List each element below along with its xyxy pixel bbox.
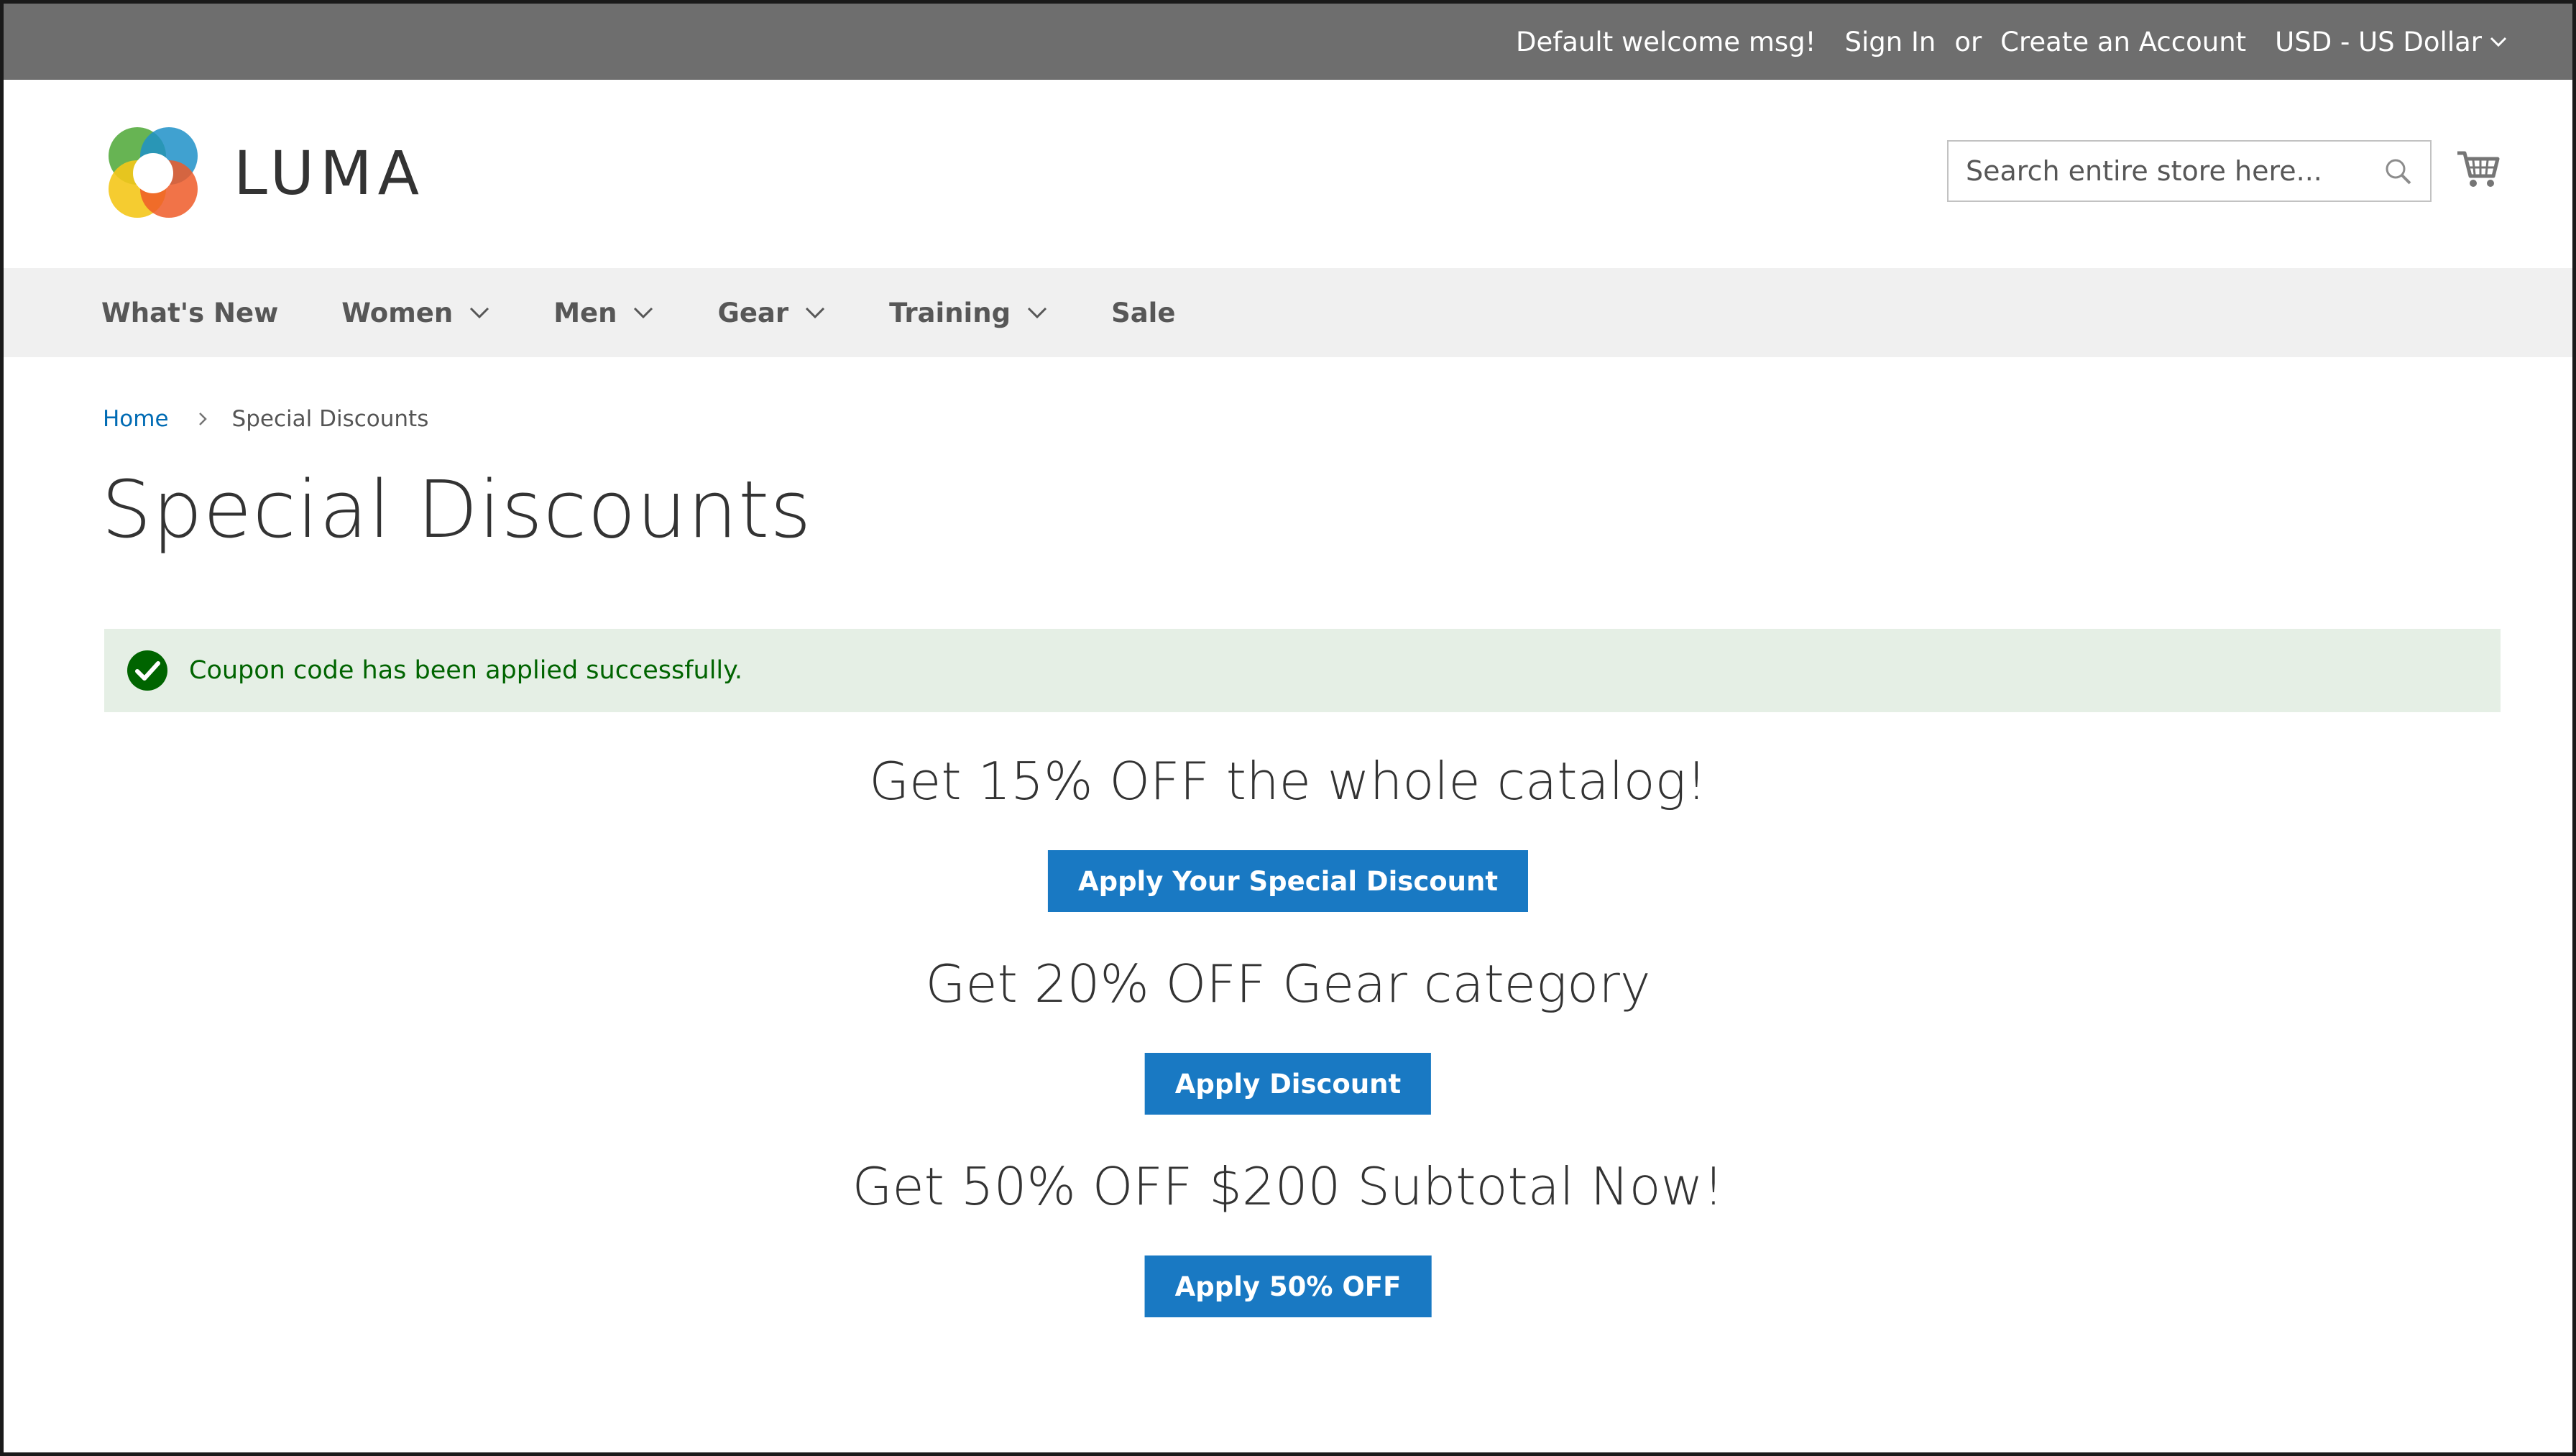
nav-item-sale[interactable]: Sale (1111, 298, 1175, 328)
currency-switcher[interactable]: USD - US Dollar (2275, 27, 2508, 57)
chevron-down-icon (2490, 37, 2507, 47)
nav-item-gear[interactable]: Gear (717, 298, 826, 328)
create-account-link[interactable]: Create an Account (2000, 27, 2246, 57)
nav-item-training[interactable]: Training (889, 298, 1048, 328)
apply-50-off-button[interactable]: Apply 50% OFF (1144, 1255, 1432, 1317)
nav-item-label: What's New (101, 297, 279, 328)
chevron-down-icon (470, 307, 489, 319)
nav-item-label: Sale (1111, 297, 1176, 328)
search-input[interactable] (1966, 155, 2354, 187)
chevron-down-icon (634, 307, 653, 319)
apply-special-discount-button[interactable]: Apply Your Special Discount (1047, 850, 1529, 912)
nav-item-label: Training (889, 297, 1011, 328)
success-message: Coupon code has been applied successfull… (104, 629, 2501, 712)
offer-title-subtotal: Get 50% OFF $200 Subtotal Now! (852, 1156, 1724, 1217)
offer-title-catalog: Get 15% OFF the whole catalog! (869, 751, 1707, 811)
nav-item-label: Women (341, 297, 454, 328)
cart-icon[interactable] (2455, 146, 2502, 193)
nav-item-women[interactable]: Women (341, 298, 490, 328)
check-circle-icon (127, 650, 167, 691)
or-text: or (1954, 26, 1982, 57)
logo[interactable]: LUMA (101, 121, 425, 225)
chevron-down-icon (806, 307, 825, 319)
logo-text: LUMA (234, 138, 426, 208)
apply-discount-button[interactable]: Apply Discount (1144, 1053, 1432, 1115)
main-navigation: What's New Women Men Gear Training Sale (4, 268, 2572, 357)
nav-item-label: Gear (717, 297, 789, 328)
breadcrumb-current: Special Discounts (231, 406, 429, 432)
top-panel: Default welcome msg! Sign In or Create a… (4, 4, 2572, 80)
page-title: Special Discounts (101, 464, 812, 556)
sign-in-link[interactable]: Sign In (1844, 27, 1936, 57)
breadcrumb: Home Special Discounts (103, 406, 428, 432)
browser-page: Default welcome msg! Sign In or Create a… (0, 0, 2576, 1456)
luma-logo-icon (109, 127, 198, 218)
breadcrumb-home-link[interactable]: Home (103, 406, 169, 432)
header: LUMA (4, 80, 2572, 268)
nav-item-label: Men (553, 297, 617, 328)
currency-label: USD - US Dollar (2275, 26, 2482, 57)
nav-item-whats-new[interactable]: What's New (101, 298, 278, 328)
nav-item-men[interactable]: Men (553, 298, 654, 328)
offer-title-gear: Get 20% OFF Gear category (925, 954, 1651, 1014)
search-box[interactable] (1947, 140, 2432, 202)
search-icon[interactable] (2383, 156, 2414, 188)
chevron-down-icon (1028, 307, 1047, 319)
success-message-text: Coupon code has been applied successfull… (189, 656, 742, 685)
chevron-right-icon (198, 413, 207, 425)
welcome-message: Default welcome msg! (1516, 26, 1816, 57)
